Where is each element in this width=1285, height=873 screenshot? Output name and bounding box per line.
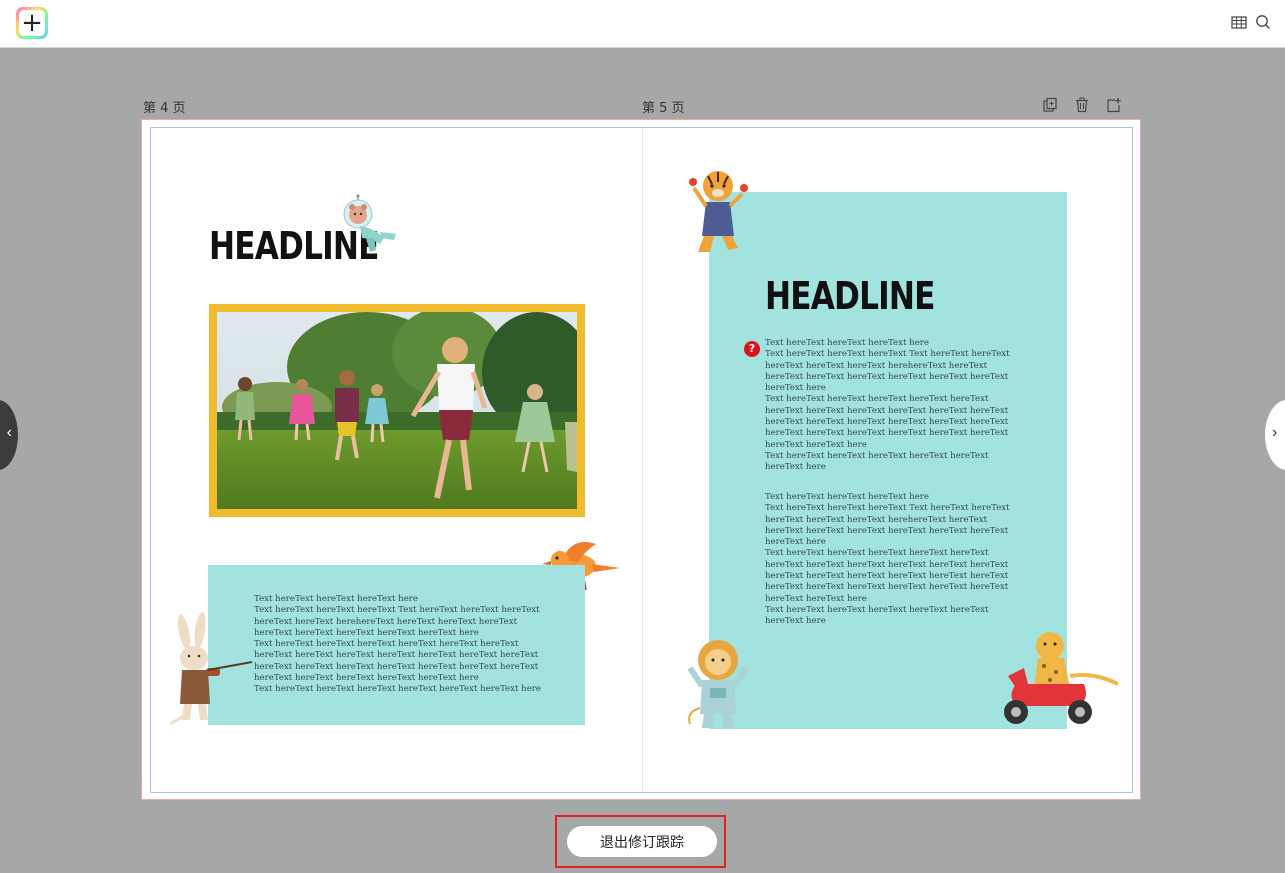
- plus-icon: +: [19, 10, 45, 36]
- children-running-photo[interactable]: [217, 312, 577, 509]
- search-icon[interactable]: [1255, 14, 1273, 32]
- photo-frame[interactable]: [209, 304, 585, 517]
- grid-table-icon[interactable]: [1231, 14, 1249, 32]
- revision-question-badge[interactable]: ?: [744, 341, 760, 357]
- tiger-maracas-sticker[interactable]: [688, 166, 752, 258]
- astronaut-bear-sticker[interactable]: [336, 194, 400, 254]
- add-page-icon[interactable]: [1106, 97, 1124, 115]
- previous-page-button[interactable]: ‹: [0, 400, 18, 470]
- add-logo-button[interactable]: +: [16, 7, 48, 39]
- left-text-box[interactable]: Text hereText hereText hereText here Tex…: [208, 565, 585, 725]
- delete-page-icon[interactable]: [1074, 97, 1092, 115]
- exit-revision-tracking-button[interactable]: 退出修订跟踪: [567, 826, 717, 857]
- page-divider: [642, 128, 643, 792]
- chevron-left-icon: ‹: [6, 424, 12, 441]
- duplicate-page-icon[interactable]: [1042, 97, 1060, 115]
- top-toolbar: +: [0, 0, 1285, 48]
- page-label-right: 第 5 页: [642, 101, 685, 116]
- right-headline[interactable]: HEADLINE: [765, 274, 935, 318]
- rabbit-violin-sticker[interactable]: [170, 612, 256, 728]
- book-spread[interactable]: HEADLINE Text hereText hereText hereText…: [141, 119, 1141, 800]
- cheetah-scooter-sticker[interactable]: [994, 626, 1120, 732]
- chevron-right-icon: ›: [1272, 424, 1278, 441]
- left-body-text[interactable]: Text hereText hereText hereText here Tex…: [254, 594, 541, 696]
- right-body-text-2[interactable]: Text hereText hereText hereText here Tex…: [765, 492, 1010, 628]
- right-body-text-1[interactable]: Text hereText hereText hereText here Tex…: [765, 338, 1010, 474]
- next-page-button[interactable]: ›: [1265, 400, 1285, 470]
- lion-astronaut-sticker[interactable]: [684, 638, 754, 730]
- page-label-left: 第 4 页: [143, 101, 186, 116]
